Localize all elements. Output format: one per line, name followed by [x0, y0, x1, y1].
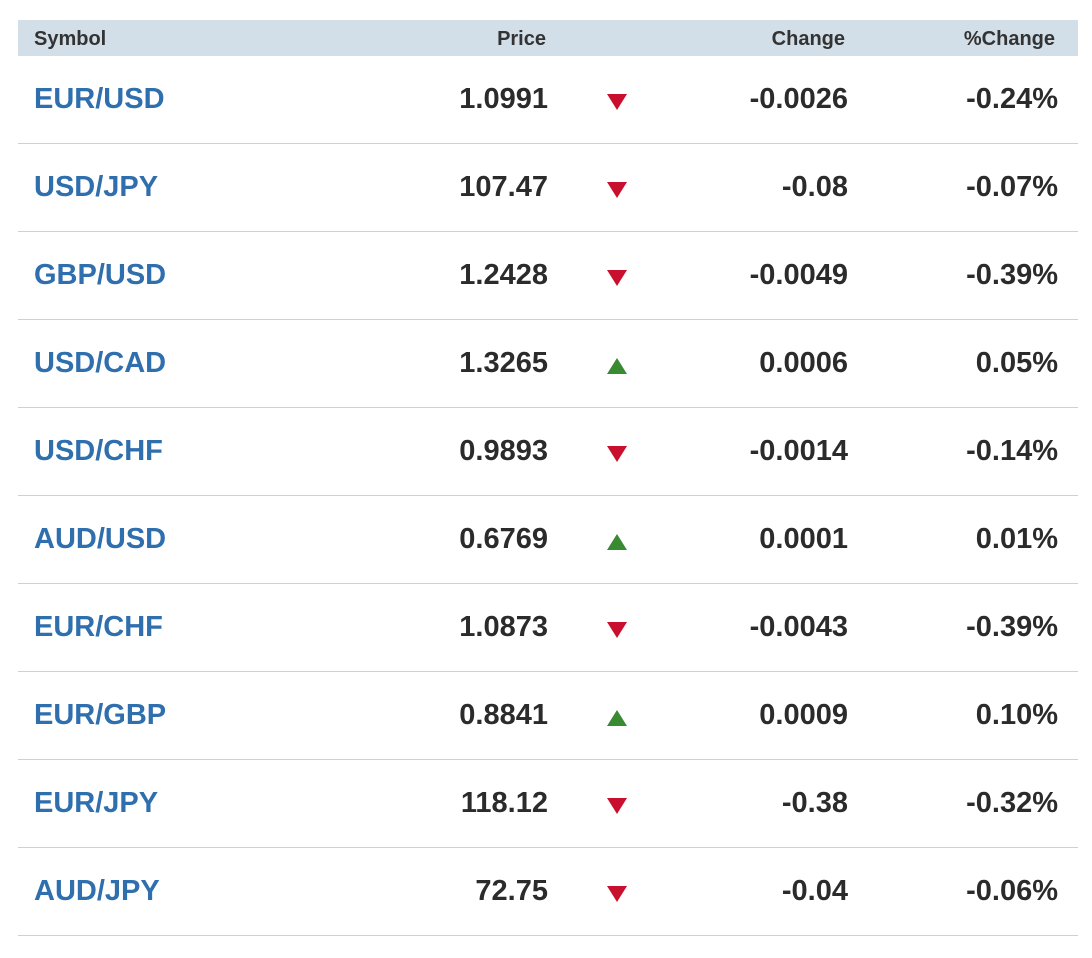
change-value: 0.0001: [759, 523, 848, 555]
change-value: -0.0049: [749, 259, 848, 291]
symbol-link[interactable]: EUR/CHF: [34, 584, 163, 671]
price-value: 0.9893: [459, 435, 548, 467]
table-row[interactable]: AUD/USD 0.6769 0.0001 0.01%: [18, 496, 1078, 584]
arrow-down-icon: [607, 94, 627, 110]
symbol-link[interactable]: USD/CHF: [34, 408, 163, 495]
table-row[interactable]: USD/CHF 0.9893 -0.0014 -0.14%: [18, 408, 1078, 496]
price-value: 1.0991: [459, 83, 548, 115]
price-value: 1.2428: [459, 259, 548, 291]
change-value: 0.0006: [759, 347, 848, 379]
table-row[interactable]: USD/JPY 107.47 -0.08 -0.07%: [18, 144, 1078, 232]
direction-indicator: [607, 584, 629, 671]
change-value: 0.0009: [759, 699, 848, 731]
arrow-down-icon: [607, 270, 627, 286]
table-header: Symbol Price Change %Change: [18, 20, 1078, 56]
pct-change-value: -0.06%: [966, 875, 1058, 907]
table-row[interactable]: AUD/JPY 72.75 -0.04 -0.06%: [18, 848, 1078, 936]
direction-indicator: [607, 672, 629, 759]
symbol-link[interactable]: USD/CAD: [34, 320, 166, 407]
change-value: -0.08: [781, 171, 848, 203]
currency-quotes-table: Symbol Price Change %Change EUR/USD 1.09…: [18, 20, 1078, 936]
direction-indicator: [607, 848, 629, 935]
change-value: -0.0014: [749, 435, 848, 467]
price-value: 0.8841: [459, 699, 548, 731]
price-value: 1.0873: [459, 611, 548, 643]
direction-indicator: [607, 144, 629, 231]
arrow-up-icon: [607, 358, 627, 374]
price-value: 72.75: [475, 875, 548, 907]
symbol-link[interactable]: GBP/USD: [34, 232, 166, 319]
pct-change-value: -0.07%: [966, 171, 1058, 203]
symbol-link[interactable]: EUR/GBP: [34, 672, 166, 759]
arrow-down-icon: [607, 182, 627, 198]
table-row[interactable]: EUR/CHF 1.0873 -0.0043 -0.39%: [18, 584, 1078, 672]
pct-change-value: 0.05%: [975, 347, 1058, 379]
table-row[interactable]: EUR/USD 1.0991 -0.0026 -0.24%: [18, 56, 1078, 144]
arrow-down-icon: [607, 622, 627, 638]
column-header-price[interactable]: Price: [497, 20, 546, 56]
price-value: 1.3265: [459, 347, 548, 379]
table-row[interactable]: EUR/GBP 0.8841 0.0009 0.10%: [18, 672, 1078, 760]
change-value: -0.0026: [749, 83, 848, 115]
pct-change-value: 0.10%: [975, 699, 1058, 731]
symbol-link[interactable]: EUR/JPY: [34, 760, 158, 847]
pct-change-value: -0.32%: [966, 787, 1058, 819]
price-value: 118.12: [460, 787, 548, 819]
table-row[interactable]: USD/CAD 1.3265 0.0006 0.05%: [18, 320, 1078, 408]
symbol-link[interactable]: AUD/USD: [34, 496, 166, 583]
symbol-link[interactable]: AUD/JPY: [34, 848, 160, 935]
arrow-up-icon: [607, 710, 627, 726]
arrow-down-icon: [607, 798, 627, 814]
change-value: -0.0043: [749, 611, 848, 643]
pct-change-value: -0.39%: [966, 259, 1058, 291]
pct-change-value: 0.01%: [975, 523, 1058, 555]
direction-indicator: [607, 408, 629, 495]
direction-indicator: [607, 56, 629, 143]
change-value: -0.04: [781, 875, 848, 907]
symbol-link[interactable]: EUR/USD: [34, 56, 165, 143]
arrow-up-icon: [607, 534, 627, 550]
table-row[interactable]: GBP/USD 1.2428 -0.0049 -0.39%: [18, 232, 1078, 320]
change-value: -0.38: [781, 787, 848, 819]
arrow-down-icon: [607, 886, 627, 902]
column-header-pct-change[interactable]: %Change: [964, 20, 1055, 56]
column-header-symbol[interactable]: Symbol: [34, 20, 106, 56]
table-row[interactable]: EUR/JPY 118.12 -0.38 -0.32%: [18, 760, 1078, 848]
direction-indicator: [607, 320, 629, 407]
price-value: 107.47: [459, 171, 548, 203]
arrow-down-icon: [607, 446, 627, 462]
pct-change-value: -0.24%: [966, 83, 1058, 115]
price-value: 0.6769: [459, 523, 548, 555]
pct-change-value: -0.14%: [966, 435, 1058, 467]
direction-indicator: [607, 232, 629, 319]
direction-indicator: [607, 760, 629, 847]
direction-indicator: [607, 496, 629, 583]
pct-change-value: -0.39%: [966, 611, 1058, 643]
column-header-change[interactable]: Change: [772, 20, 845, 56]
symbol-link[interactable]: USD/JPY: [34, 144, 158, 231]
